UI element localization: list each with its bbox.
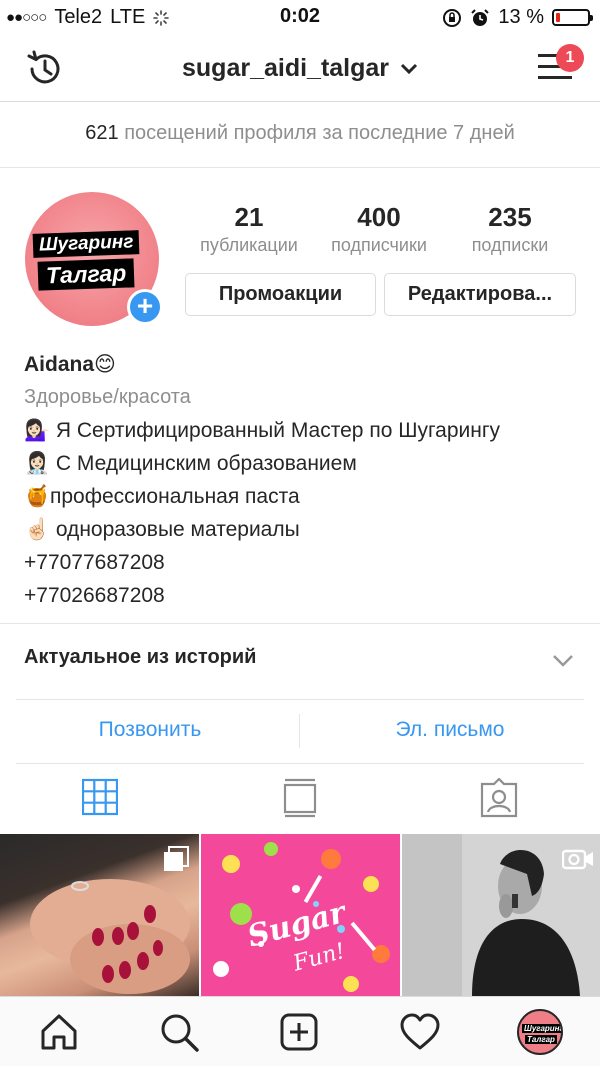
- notification-badge: 1: [556, 44, 584, 72]
- stat-followers-value: 400: [357, 202, 401, 232]
- battery-level: [556, 13, 560, 22]
- search-icon[interactable]: [160, 1013, 200, 1053]
- phone-number-1[interactable]: +77077687208: [24, 546, 584, 579]
- orientation-lock-icon: [443, 8, 462, 27]
- chevron-down-icon: [400, 64, 418, 75]
- home-icon[interactable]: [40, 1013, 78, 1051]
- bio-line-text: С Медицинским образованием: [55, 452, 357, 475]
- stat-posts-label: публикации: [200, 235, 298, 255]
- visits-text: посещений профиля за последние 7 дней: [124, 122, 515, 144]
- profile-tab-avatar[interactable]: Шугаринг Талгар: [517, 1009, 563, 1055]
- battery-icon: [552, 9, 593, 26]
- promotions-button[interactable]: Промоакции: [185, 273, 376, 316]
- alarm-icon: [471, 8, 490, 26]
- bio-line: ☝🏻 одноразовые материалы: [24, 513, 584, 546]
- visits-count: 621: [85, 122, 119, 144]
- multiple-photos-icon: [164, 846, 189, 871]
- divider: [0, 623, 600, 624]
- account-switcher[interactable]: sugar_aidi_talgar: [0, 54, 600, 83]
- tab-avatar-text-1: Шугаринг: [522, 1024, 561, 1033]
- profile-name: Aidana😊: [24, 353, 116, 376]
- stat-followers[interactable]: 400 подписчики: [314, 202, 444, 256]
- bio-line: 💁🏻‍♀️ Я Сертифицированный Мастер по Шуга…: [24, 414, 584, 447]
- chevron-down-icon[interactable]: [552, 654, 574, 668]
- index-pointing-up-emoji: ☝🏻: [24, 518, 51, 541]
- tab-avatar-text-2: Талгар: [525, 1035, 557, 1044]
- feed-view-icon[interactable]: [283, 778, 317, 818]
- add-story-icon[interactable]: +: [127, 289, 163, 325]
- woman-tipping-hand-emoji: 💁🏻‍♀️: [24, 419, 51, 442]
- sugar-fun-candy-photo: Sugar Fun!: [213, 842, 390, 992]
- profile-visits-banner[interactable]: 621 посещений профиля за последние 7 дне…: [0, 102, 600, 168]
- username-label: sugar_aidi_talgar: [182, 54, 390, 82]
- bio-line-text: одноразовые материалы: [55, 518, 300, 541]
- post-thumbnail[interactable]: Sugar Fun!: [201, 834, 400, 996]
- avatar-logo-text-2: Талгар: [37, 258, 135, 291]
- health-worker-emoji: 👩🏻‍⚕️: [24, 452, 51, 475]
- stat-posts[interactable]: 21 публикации: [184, 202, 314, 256]
- bio-line: 👩🏻‍⚕️ С Медицинским образованием: [24, 447, 584, 480]
- post-thumbnail[interactable]: [402, 834, 600, 996]
- bio-line-text: профессиональная паста: [50, 485, 300, 508]
- bio-line-text: Я Сертифицированный Мастер по Шугарингу: [55, 419, 500, 442]
- video-icon: [562, 849, 593, 870]
- email-button[interactable]: Эл. письмо: [300, 718, 600, 742]
- divider: [16, 699, 584, 700]
- activity-heart-icon[interactable]: [399, 1013, 441, 1051]
- profile-header: sugar_aidi_talgar 1: [0, 34, 600, 102]
- stat-following[interactable]: 235 подписки: [445, 202, 575, 256]
- honey-pot-emoji: 🍯: [24, 485, 51, 508]
- bottom-navigation: Шугаринг Талгар: [0, 996, 600, 1066]
- profile-category: Здоровье/красота: [24, 386, 191, 408]
- tagged-photos-icon[interactable]: [480, 778, 518, 818]
- story-highlights-title[interactable]: Актуальное из историй: [24, 646, 256, 669]
- edit-profile-button[interactable]: Редактирова...: [384, 273, 576, 316]
- stat-following-label: подписки: [471, 235, 549, 255]
- phone-number-2[interactable]: +77026687208: [24, 579, 584, 612]
- status-bar: ●●○○○ Tele2 LTE 0:02 13 %: [0, 0, 600, 34]
- divider: [16, 763, 584, 764]
- profile-bio: Aidana😊 Здоровье/красота 💁🏻‍♀️ Я Сертифи…: [24, 348, 584, 612]
- stat-posts-value: 21: [234, 202, 264, 232]
- new-post-icon[interactable]: [280, 1013, 318, 1051]
- stat-followers-label: подписчики: [331, 235, 427, 255]
- post-thumbnail[interactable]: [0, 834, 199, 996]
- svg-text:Fun!: Fun!: [290, 939, 348, 977]
- call-button[interactable]: Позвонить: [0, 718, 300, 742]
- battery-percent: 13 %: [498, 6, 544, 28]
- bio-line: 🍯профессиональная паста: [24, 480, 584, 513]
- stat-following-value: 235: [488, 202, 532, 232]
- grid-view-icon[interactable]: [82, 778, 118, 816]
- avatar-logo-text-1: Шугаринг: [32, 230, 140, 258]
